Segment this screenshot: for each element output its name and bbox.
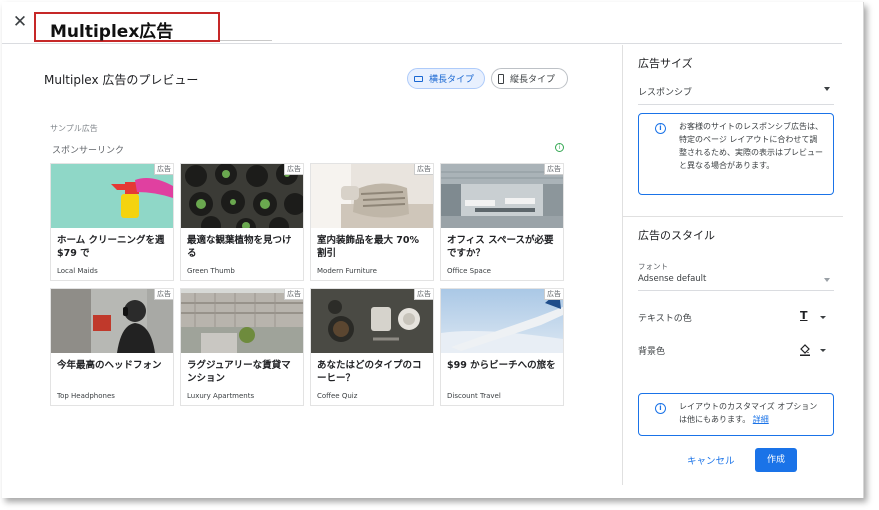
create-button[interactable]: 作成 — [755, 448, 797, 472]
portrait-icon — [498, 73, 504, 84]
ad-card[interactable]: 広告 ラグジュアリーな賃貸マンション Luxury Apartments — [180, 288, 304, 406]
ad-advertiser: Top Headphones — [57, 392, 115, 400]
ad-card[interactable]: 広告 $99 からビーチへの旅を Discount Travel — [440, 288, 564, 406]
sample-label: サンプル広告 — [50, 124, 98, 133]
ad-badge[interactable]: 広告 — [154, 289, 173, 300]
portrait-toggle[interactable]: 縦長タイプ — [491, 68, 568, 89]
ad-badge[interactable]: 広告 — [154, 164, 173, 175]
chevron-down-icon — [820, 349, 826, 352]
ad-card[interactable]: 広告 ホーム クリーニングを週 $79 で Local Maids — [50, 163, 174, 281]
customize-info-box: i レイアウトのカスタマイズ オプションは他にもあります。 詳細 — [638, 393, 834, 436]
ad-headline: $99 からビーチへの旅を — [447, 360, 556, 371]
ad-headline: オフィス スペースが必要ですか？ — [447, 235, 554, 259]
font-select[interactable]: Adsense default — [638, 273, 834, 291]
landscape-icon — [414, 75, 423, 82]
ad-advertiser: Green Thumb — [187, 267, 235, 275]
ad-advertiser: Modern Furniture — [317, 267, 377, 275]
customize-info-message: レイアウトのカスタマイズ オプションは他にもあります。 — [679, 402, 818, 424]
close-icon[interactable]: ✕ — [10, 12, 30, 32]
ad-headline: ホーム クリーニングを週 $79 で — [57, 235, 165, 259]
ad-size-select[interactable]: レスポンシブ — [638, 83, 834, 105]
landscape-label: 横長タイプ — [429, 75, 475, 85]
ad-grid: 広告 ホーム クリーニングを週 $79 で Local Maids 広告 最適な… — [50, 163, 566, 406]
preview-panel: Multiplex 広告のプレビュー 横長タイプ 縦長タイプ サンプル広告 スポ… — [2, 45, 622, 485]
ad-headline: 今年最高のヘッドフォン — [57, 360, 162, 371]
dialog-frame: ✕ Multiplex広告 Multiplex 広告のプレビュー 横長タイプ 縦… — [2, 2, 864, 498]
chevron-down-icon — [824, 278, 830, 282]
text-color-picker[interactable]: T — [798, 309, 826, 325]
sponsor-label: スポンサーリンク — [52, 146, 125, 156]
info-icon: i — [655, 123, 666, 134]
ad-size-heading: 広告サイズ — [638, 57, 693, 70]
ad-card[interactable]: 広告 今年最高のヘッドフォン Top Headphones — [50, 288, 174, 406]
ad-badge[interactable]: 広告 — [284, 164, 303, 175]
title-highlight-box: Multiplex広告 — [34, 12, 220, 42]
ad-card[interactable]: 広告 最適な観葉植物を見つける Green Thumb — [180, 163, 304, 281]
ad-headline: ラグジュアリーな賃貸マンション — [187, 360, 291, 384]
adchoices-icon[interactable]: i — [555, 143, 564, 152]
ad-card[interactable]: 広告 あなたはどのタイプのコーヒー？ Coffee Quiz — [310, 288, 434, 406]
chevron-down-icon — [824, 87, 830, 91]
text-color-label: テキストの色 — [638, 314, 692, 324]
ad-style-heading: 広告のスタイル — [638, 229, 715, 242]
cancel-button[interactable]: キャンセル — [687, 453, 735, 467]
title-underline — [220, 40, 272, 41]
bg-color-label: 背景色 — [638, 347, 666, 357]
ad-advertiser: Luxury Apartments — [187, 392, 255, 400]
info-icon: i — [655, 403, 666, 414]
ad-headline: あなたはどのタイプのコーヒー？ — [317, 360, 422, 384]
settings-panel: 広告サイズ レスポンシブ i お客様のサイトのレスポンシブ広告は、特定のページ … — [622, 45, 843, 485]
font-value: Adsense default — [638, 274, 707, 284]
responsive-info-text: お客様のサイトのレスポンシブ広告は、特定のページ レイアウトに合わせて調整される… — [679, 122, 823, 170]
paint-bucket-icon — [800, 344, 810, 356]
font-label: フォント — [638, 262, 668, 271]
landscape-toggle[interactable]: 横長タイプ — [407, 68, 485, 89]
ad-unit-name[interactable]: Multiplex広告 — [50, 17, 173, 42]
ad-card[interactable]: 広告 オフィス スペースが必要ですか？ Office Space — [440, 163, 564, 281]
ad-advertiser: Coffee Quiz — [317, 392, 358, 400]
ad-headline: 最適な観葉植物を見つける — [187, 235, 292, 259]
details-link[interactable]: 詳細 — [753, 415, 769, 424]
text-color-icon: T — [800, 309, 808, 322]
ad-badge[interactable]: 広告 — [414, 289, 433, 300]
bg-color-picker[interactable] — [798, 344, 826, 358]
ad-badge[interactable]: 広告 — [284, 289, 303, 300]
ad-advertiser: Office Space — [447, 267, 491, 275]
ad-badge[interactable]: 広告 — [414, 164, 433, 175]
ad-advertiser: Discount Travel — [447, 392, 501, 400]
responsive-info-box: i お客様のサイトのレスポンシブ広告は、特定のページ レイアウトに合わせて調整さ… — [638, 113, 834, 195]
chevron-down-icon — [820, 316, 826, 319]
ad-badge[interactable]: 広告 — [544, 164, 563, 175]
preview-title: Multiplex 広告のプレビュー — [44, 73, 199, 87]
section-divider — [623, 216, 843, 217]
ad-badge[interactable]: 広告 — [544, 289, 563, 300]
ad-headline: 室内装飾品を最大 70% 割引 — [317, 235, 420, 259]
ad-advertiser: Local Maids — [57, 267, 98, 275]
ad-card[interactable]: 広告 室内装飾品を最大 70% 割引 Modern Furniture — [310, 163, 434, 281]
customize-info-text: レイアウトのカスタマイズ オプションは他にもあります。 詳細 — [679, 400, 825, 426]
top-bar: ✕ Multiplex広告 — [2, 2, 842, 44]
portrait-label: 縦長タイプ — [510, 75, 556, 85]
ad-size-value: レスポンシブ — [638, 88, 693, 98]
